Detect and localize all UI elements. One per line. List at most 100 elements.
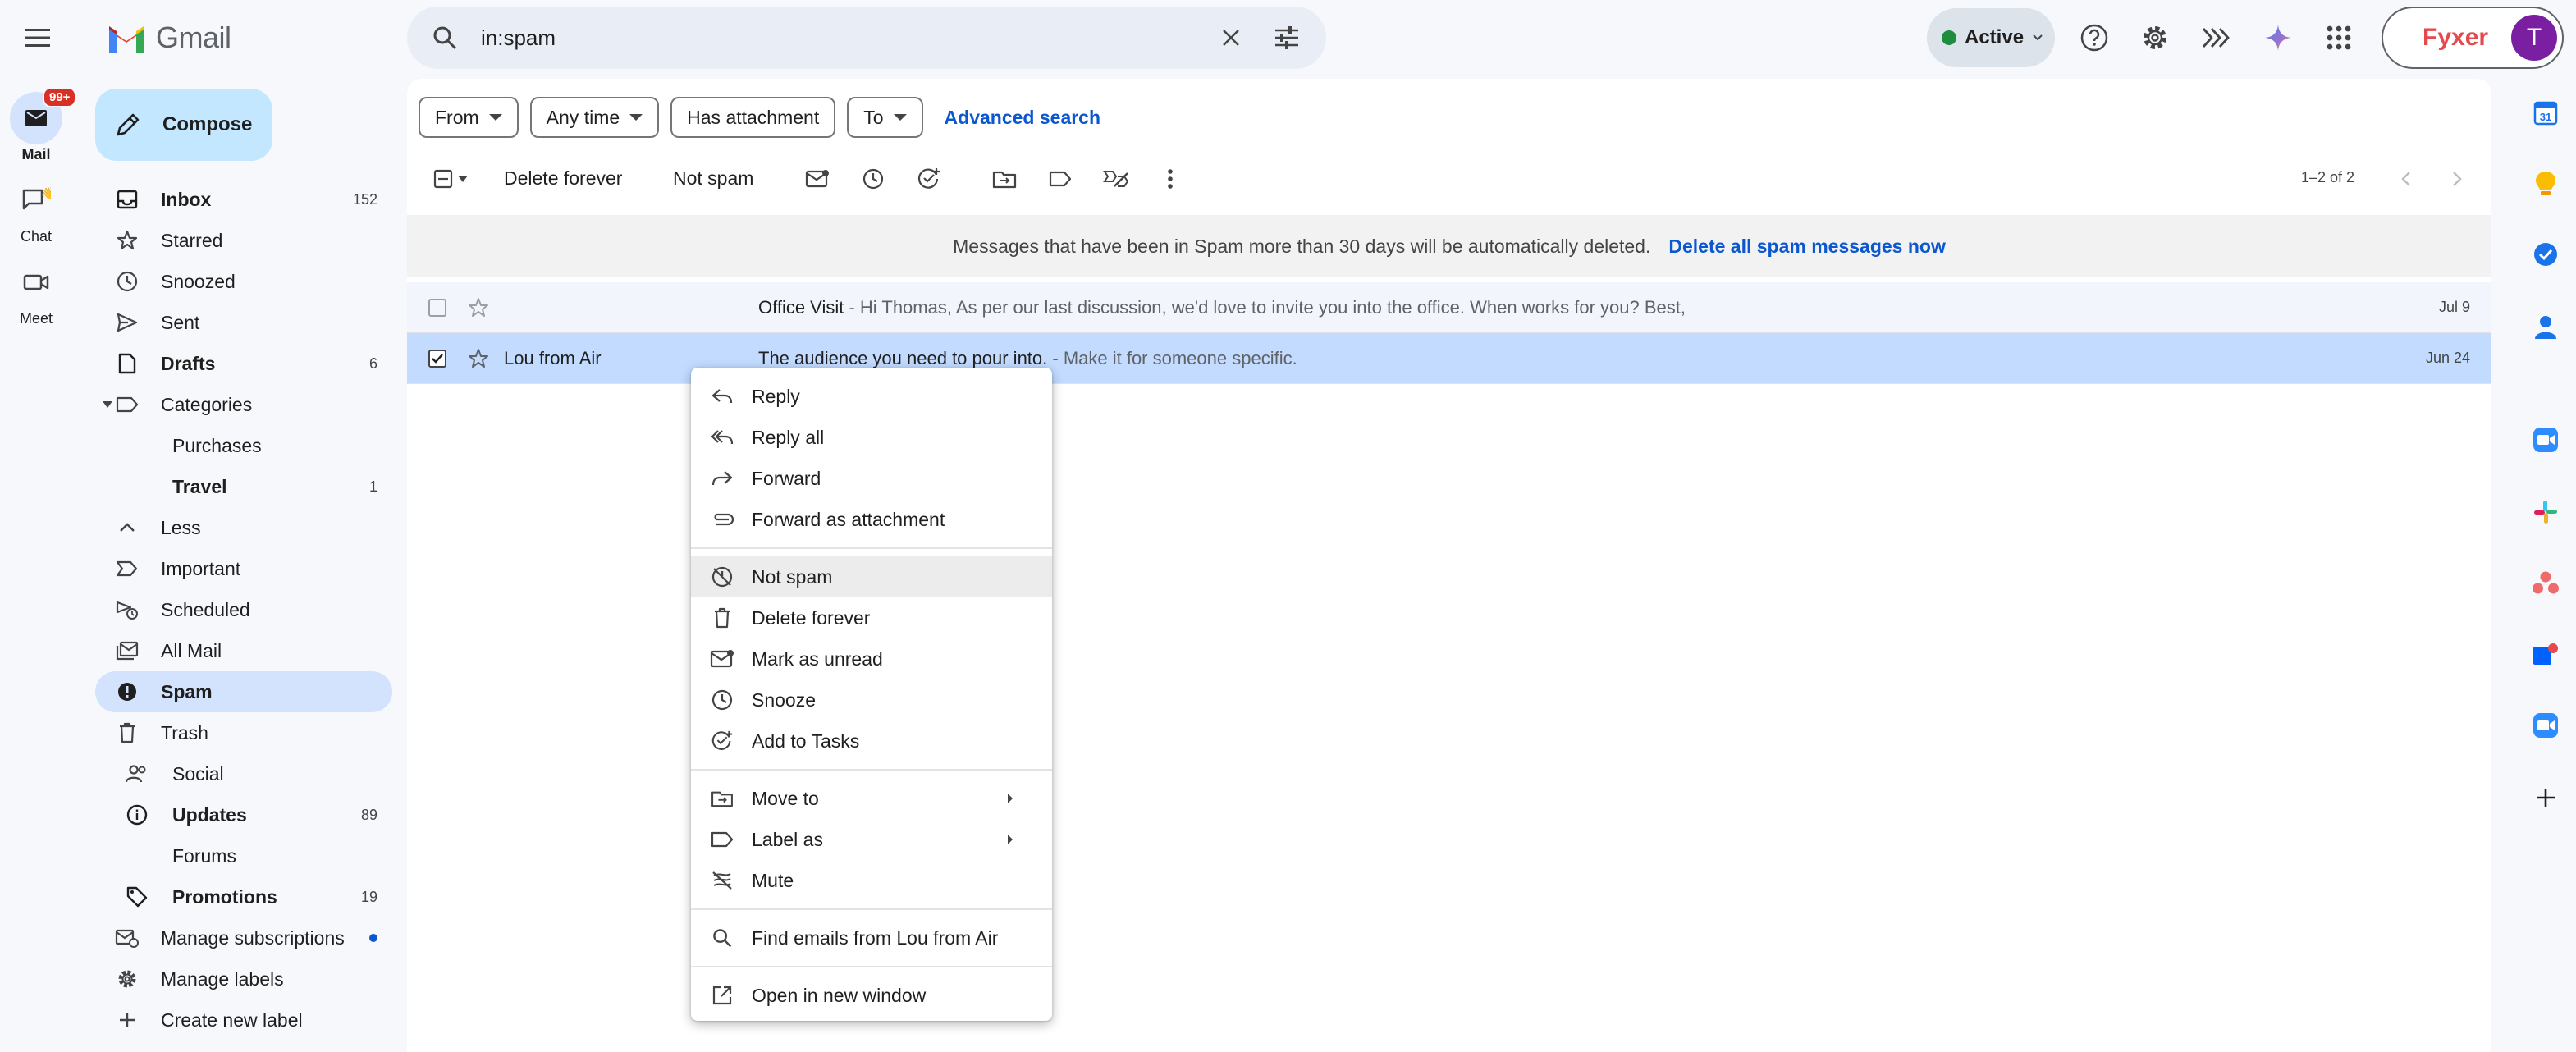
sidebar-item-updates[interactable]: Updates 89 [95, 794, 392, 835]
gemini-button[interactable] [2257, 16, 2299, 59]
select-dropdown-icon[interactable] [451, 161, 474, 197]
support-button[interactable] [2073, 16, 2116, 59]
filter-messages-icon[interactable] [1098, 161, 1134, 197]
menu-item-not-spam[interactable]: Not spam [691, 556, 1052, 597]
menu-item-open-new-window[interactable]: Open in new window [691, 975, 1052, 1016]
keep-addon[interactable] [2529, 167, 2562, 200]
status-selector[interactable]: Active [1927, 8, 2055, 67]
sidebar-item-all-mail[interactable]: All Mail [95, 630, 392, 671]
add-to-tasks-icon[interactable] [911, 161, 947, 197]
apps-button[interactable] [2317, 16, 2360, 59]
clear-search-icon[interactable] [1211, 18, 1251, 57]
sidebar-item-promotions[interactable]: Promotions 19 [95, 876, 392, 917]
menu-item-move-to[interactable]: Move to [691, 778, 1052, 819]
filter-has-attachment[interactable]: Has attachment [670, 97, 836, 138]
avatar[interactable]: T [2511, 15, 2557, 61]
social-icon [125, 762, 149, 786]
sidebar-nav: Inbox 152 Starred Snoozed Sent Drafts 6 … [95, 179, 392, 1041]
filter-from[interactable]: From [419, 97, 519, 138]
sidebar-item-categories[interactable]: Categories [95, 384, 392, 425]
delete-all-spam-link[interactable]: Delete all spam messages now [1668, 236, 1946, 258]
menu-item-reply-all[interactable]: Reply all [691, 417, 1052, 458]
sidebar-item-starred[interactable]: Starred [95, 220, 392, 261]
not-spam-button[interactable]: Not spam [673, 167, 753, 190]
rail-meet[interactable]: Meet [0, 256, 72, 327]
rail-chat[interactable]: 👋 Chat [0, 174, 72, 245]
sidebar-item-create-label[interactable]: Create new label [95, 999, 392, 1041]
more-options-icon[interactable] [1152, 161, 1188, 197]
advanced-search-link[interactable]: Advanced search [945, 107, 1100, 129]
tag-icon [125, 885, 149, 909]
search-input[interactable]: in:spam [481, 25, 1211, 51]
search-icon[interactable] [428, 21, 461, 54]
menu-item-add-to-tasks[interactable]: Add to Tasks [691, 720, 1052, 762]
star-icon[interactable] [466, 295, 491, 320]
calendar-addon[interactable]: 31 [2529, 97, 2562, 130]
shopping-cart-icon [125, 433, 149, 458]
sidebar-item-snoozed[interactable]: Snoozed [95, 261, 392, 302]
sidebar-item-social[interactable]: Social [95, 753, 392, 794]
main-menu-button[interactable] [18, 18, 57, 57]
delete-forever-button[interactable]: Delete forever [504, 167, 622, 190]
sidebar-item-label: Drafts [161, 352, 216, 374]
row-checkbox[interactable] [428, 349, 446, 368]
dropbox-icon [2533, 643, 2558, 665]
sidebar-item-sent[interactable]: Sent [95, 302, 392, 343]
label-icon[interactable] [1042, 161, 1078, 197]
search-bar[interactable]: in:spam [407, 7, 1326, 69]
tasks-addon[interactable] [2529, 238, 2562, 271]
sidebar-item-purchases[interactable]: Purchases [95, 425, 392, 466]
star-icon[interactable] [466, 346, 491, 371]
asana-addon[interactable] [2529, 566, 2562, 599]
slack-addon[interactable] [2529, 496, 2562, 528]
menu-item-reply[interactable]: Reply [691, 376, 1052, 417]
mark-as-read-icon[interactable] [799, 161, 835, 197]
search-options-icon[interactable] [1267, 18, 1306, 57]
sidebar-item-manage-subscriptions[interactable]: Manage subscriptions [95, 917, 392, 958]
filter-to[interactable]: To [847, 97, 923, 138]
sidebar-item-label: Important [161, 557, 241, 579]
row-checkbox[interactable] [428, 298, 446, 317]
zoom-addon[interactable] [2529, 423, 2562, 456]
sidebar-item-forums[interactable]: Forums [95, 835, 392, 876]
menu-item-forward-as-attachment[interactable]: Forward as attachment [691, 499, 1052, 540]
sidebar-item-important[interactable]: Important [95, 548, 392, 589]
move-to-icon[interactable] [986, 161, 1023, 197]
next-page-icon[interactable] [2439, 161, 2475, 197]
get-addons-button[interactable] [2529, 781, 2562, 814]
sidebar-item-count: 152 [352, 190, 377, 208]
menu-item-find-emails[interactable]: Find emails from Lou from Air [691, 917, 1052, 958]
filter-any-time[interactable]: Any time [529, 97, 660, 138]
fyxer-account-button[interactable]: Fyxer T [2382, 7, 2564, 69]
sidebar-item-drafts[interactable]: Drafts 6 [95, 343, 392, 384]
sidebar-item-trash[interactable]: Trash [95, 712, 392, 753]
gemini-extensions-button[interactable] [2194, 16, 2237, 59]
table-row[interactable]: Office Visit - Hi Thomas, As per our las… [407, 282, 2491, 333]
gmail-logo[interactable]: Gmail [107, 18, 231, 57]
menu-divider [691, 762, 1052, 778]
settings-button[interactable] [2134, 16, 2176, 59]
menu-item-forward[interactable]: Forward [691, 458, 1052, 499]
rail-mail[interactable]: 99+ Mail [0, 87, 77, 163]
filter-label: To [863, 106, 884, 128]
menu-item-snooze[interactable]: Snooze [691, 679, 1052, 720]
caret-down-icon[interactable] [102, 399, 113, 410]
forward-double-icon [2202, 28, 2230, 48]
previous-page-icon[interactable] [2388, 161, 2424, 197]
menu-item-mark-as-unread[interactable]: Mark as unread [691, 638, 1052, 679]
dropbox-addon[interactable] [2529, 638, 2562, 671]
snooze-icon[interactable] [855, 161, 891, 197]
sidebar-item-inbox[interactable]: Inbox 152 [95, 179, 392, 220]
menu-item-mute[interactable]: Mute [691, 860, 1052, 901]
sidebar-item-spam[interactable]: Spam [95, 671, 392, 712]
sidebar-item-scheduled[interactable]: Scheduled [95, 589, 392, 630]
contacts-addon[interactable] [2529, 310, 2562, 343]
zoom-scheduler-addon[interactable] [2529, 709, 2562, 742]
not-spam-icon [709, 564, 735, 590]
sidebar-item-manage-labels[interactable]: Manage labels [95, 958, 392, 999]
compose-button[interactable]: Compose [95, 89, 272, 161]
sidebar-item-less[interactable]: Less [95, 507, 392, 548]
menu-item-label-as[interactable]: Label as [691, 819, 1052, 860]
sidebar-item-travel[interactable]: Travel 1 [95, 466, 392, 507]
menu-item-delete-forever[interactable]: Delete forever [691, 597, 1052, 638]
